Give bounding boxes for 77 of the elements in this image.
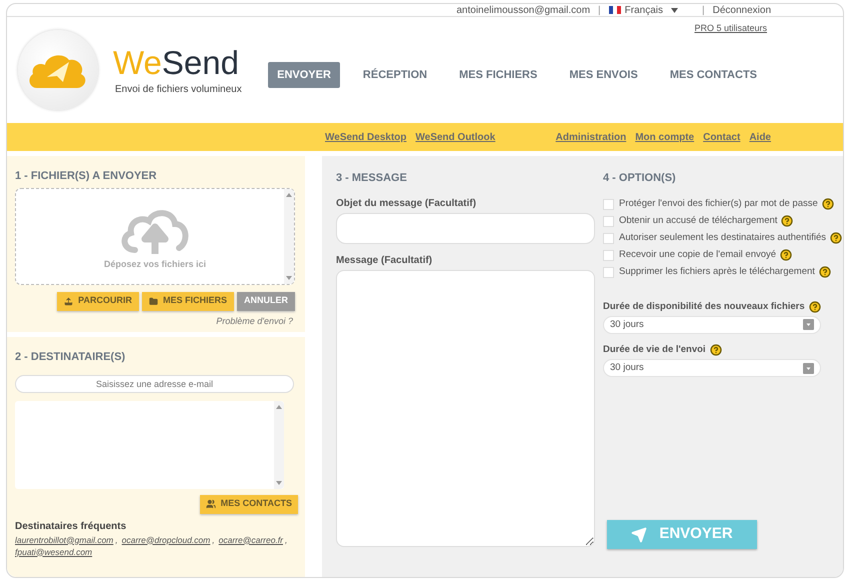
frequent-recipient-link[interactable]: ocarre@dropcloud.com xyxy=(122,534,210,546)
upload-icon xyxy=(64,296,74,306)
checkbox[interactable] xyxy=(603,232,614,244)
user-email: antoinelimousson@gmail.com xyxy=(456,4,590,18)
my-files-button[interactable]: MES FICHIERS xyxy=(142,292,234,310)
section-title: 2 - DESTINATAIRE(S) xyxy=(15,350,126,365)
nav-tab[interactable]: RÉCEPTION xyxy=(354,62,436,88)
duration-select[interactable]: 30 jours xyxy=(603,316,821,334)
separator: , xyxy=(115,534,118,546)
frequent-title: Destinataires fréquents xyxy=(15,520,128,534)
option-label: Recevoir une copie de l'email envoyé xyxy=(619,248,776,262)
field-label: Durée de vie de l'envoi xyxy=(603,342,706,357)
nav-tab[interactable]: MES ENVOIS xyxy=(560,62,647,88)
help-icon[interactable] xyxy=(781,215,794,227)
option-label: Obtenir un accusé de téléchargement xyxy=(619,214,778,228)
help-icon[interactable] xyxy=(780,249,792,261)
duration-select[interactable]: 30 jours xyxy=(603,359,821,377)
section-title: 3 - MESSAGE xyxy=(336,171,408,186)
section-title: 1 - FICHIER(S) A ENVOYER xyxy=(15,169,158,184)
separator: | xyxy=(598,4,601,18)
plan-link[interactable]: PRO 5 utilisateurs xyxy=(694,22,767,36)
sub-nav-link[interactable]: WeSend Outlook xyxy=(416,130,496,144)
users-icon xyxy=(206,499,216,509)
help-icon[interactable] xyxy=(808,300,821,313)
help-icon[interactable] xyxy=(822,198,834,210)
section-title: 4 - OPTION(S) xyxy=(603,171,677,186)
french-flag-icon xyxy=(608,6,621,14)
checkbox[interactable] xyxy=(603,250,614,260)
scroll-down-icon[interactable] xyxy=(286,276,292,280)
field-label: Message (Facultatif) xyxy=(336,254,434,268)
dropdown-icon[interactable] xyxy=(803,319,814,330)
option-label: Protéger l'envoi des fichier(s) par mot de passe xyxy=(619,196,818,211)
help-icon[interactable] xyxy=(818,266,831,278)
separator: | xyxy=(702,4,705,18)
logo-wordmark-end: Send xyxy=(162,44,239,82)
folder-icon xyxy=(148,296,158,306)
message-field[interactable] xyxy=(336,270,595,547)
checkbox[interactable] xyxy=(603,216,614,226)
language-selector[interactable]: Français xyxy=(624,4,664,18)
frequent-recipient-link[interactable]: fpuati@wesend.com xyxy=(15,546,92,558)
separator: , xyxy=(212,534,215,546)
cancel-button[interactable]: ANNULER xyxy=(237,292,295,310)
nav-tab[interactable]: ENVOYER xyxy=(268,62,340,88)
drop-zone[interactable]: Déposez vos fichiers ici xyxy=(15,188,295,284)
nav-tab[interactable]: MES CONTACTS xyxy=(660,62,766,88)
help-icon[interactable] xyxy=(830,232,842,244)
contacts-button[interactable]: MES CONTACTS xyxy=(200,494,298,514)
frequent-recipient-link[interactable]: ocarre@carreo.fr xyxy=(218,534,283,546)
option-label: Autoriser seulement les destinataires authentifiés xyxy=(619,230,826,245)
field-label: Objet du message (Facultatif) xyxy=(336,196,478,210)
frequent-recipient-link[interactable]: laurentrobillot@gmail.com xyxy=(15,534,114,546)
logo-tagline: Envoi de fichiers volumineux xyxy=(115,82,242,96)
dropdown-icon[interactable] xyxy=(803,362,814,374)
sub-nav-link[interactable]: Administration xyxy=(556,130,626,144)
drop-hint: Déposez vos fichiers ici xyxy=(104,258,206,272)
option-label: Supprimer les fichiers après le téléchargement xyxy=(619,264,815,279)
scroll-up-icon[interactable] xyxy=(286,192,292,196)
scroll-down-icon[interactable] xyxy=(276,480,282,484)
separator: , xyxy=(285,534,288,546)
sub-nav-link[interactable]: WeSend Desktop xyxy=(325,130,406,144)
scroll-up-icon[interactable] xyxy=(276,404,282,408)
sub-nav-link[interactable]: Contact xyxy=(703,130,740,144)
subject-field[interactable] xyxy=(336,212,595,244)
email-field[interactable]: Saisissez une adresse e-mail xyxy=(15,374,294,392)
help-link[interactable]: Problème d'envoi ? xyxy=(216,314,293,328)
paper-plane-icon xyxy=(631,526,648,542)
sub-nav-link[interactable]: Aide xyxy=(749,130,771,144)
checkbox[interactable] xyxy=(603,266,614,278)
caret-icon[interactable] xyxy=(671,8,678,12)
logo-wordmark-start: We xyxy=(113,44,162,82)
help-icon[interactable] xyxy=(710,344,722,356)
nav-tab[interactable]: MES FICHIERS xyxy=(450,62,546,88)
checkbox[interactable] xyxy=(603,198,614,210)
sub-nav-link[interactable]: Mon compte xyxy=(635,130,694,144)
logout-link[interactable]: Déconnexion xyxy=(712,4,771,18)
field-label: Durée de disponibilité des nouveaux fichiers xyxy=(603,300,805,314)
browse-button[interactable]: PARCOURIR xyxy=(57,292,139,310)
